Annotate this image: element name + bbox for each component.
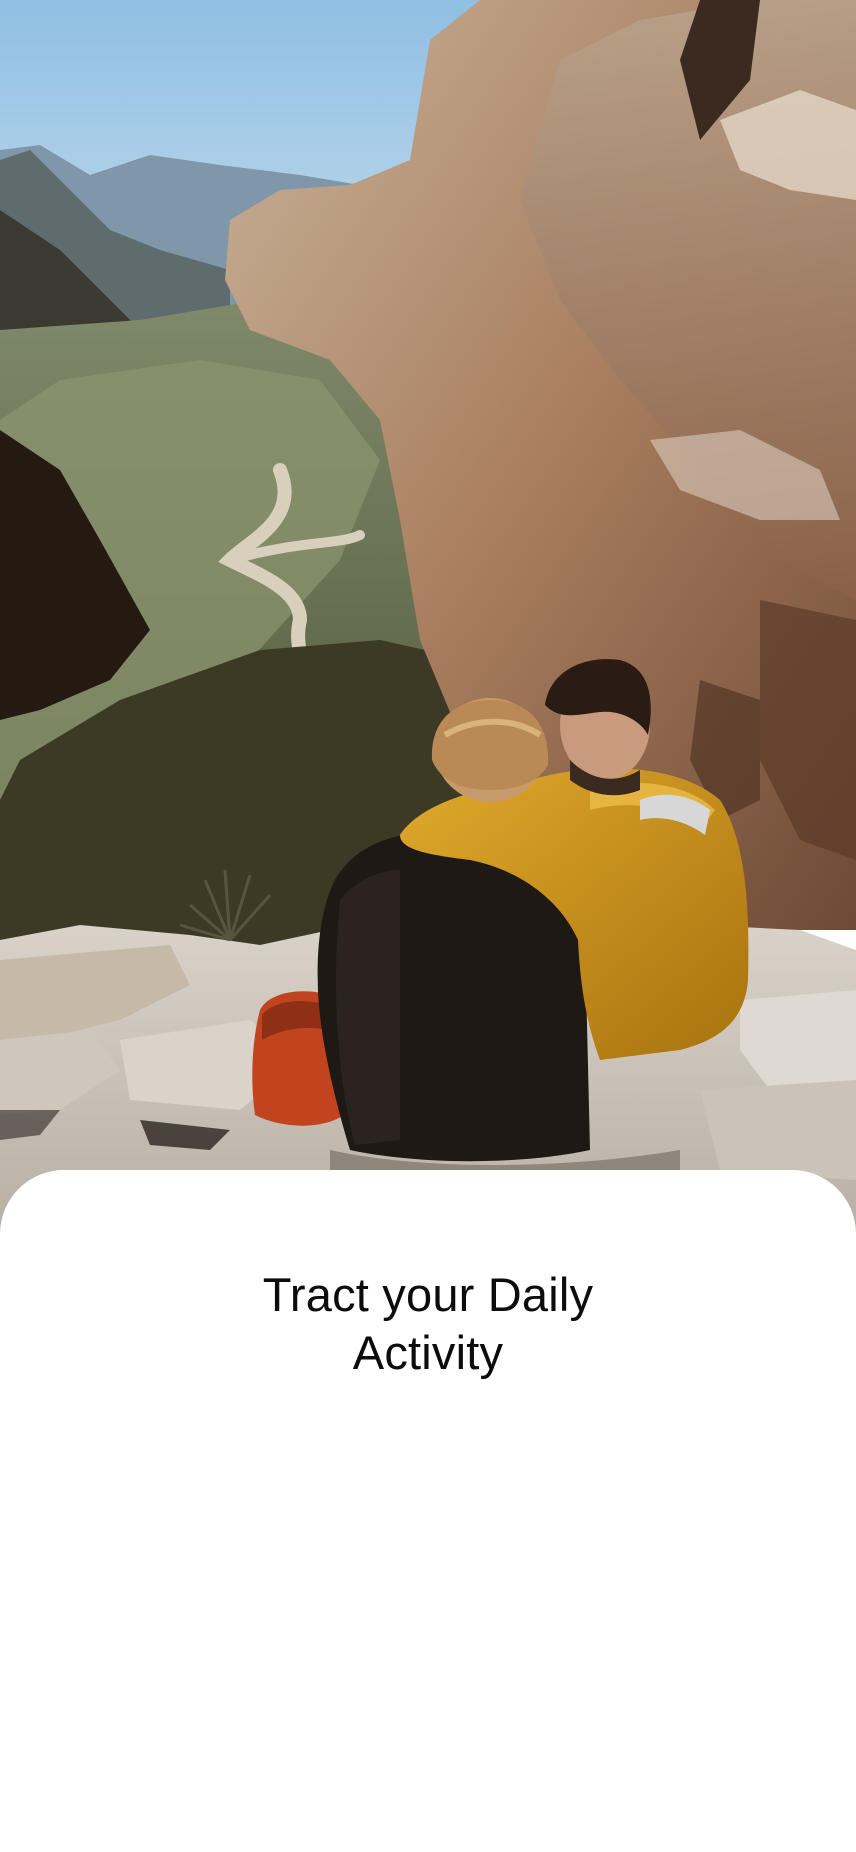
headline-line-2: Activity bbox=[352, 1326, 504, 1379]
headline-line-1: Tract your Daily bbox=[262, 1268, 594, 1321]
hero-photo-illustration bbox=[0, 0, 856, 1240]
onboarding-screen: Tract your Daily Activity bbox=[0, 0, 856, 1852]
onboarding-headline: Tract your Daily Activity bbox=[0, 1266, 856, 1382]
hero-image bbox=[0, 0, 856, 1240]
